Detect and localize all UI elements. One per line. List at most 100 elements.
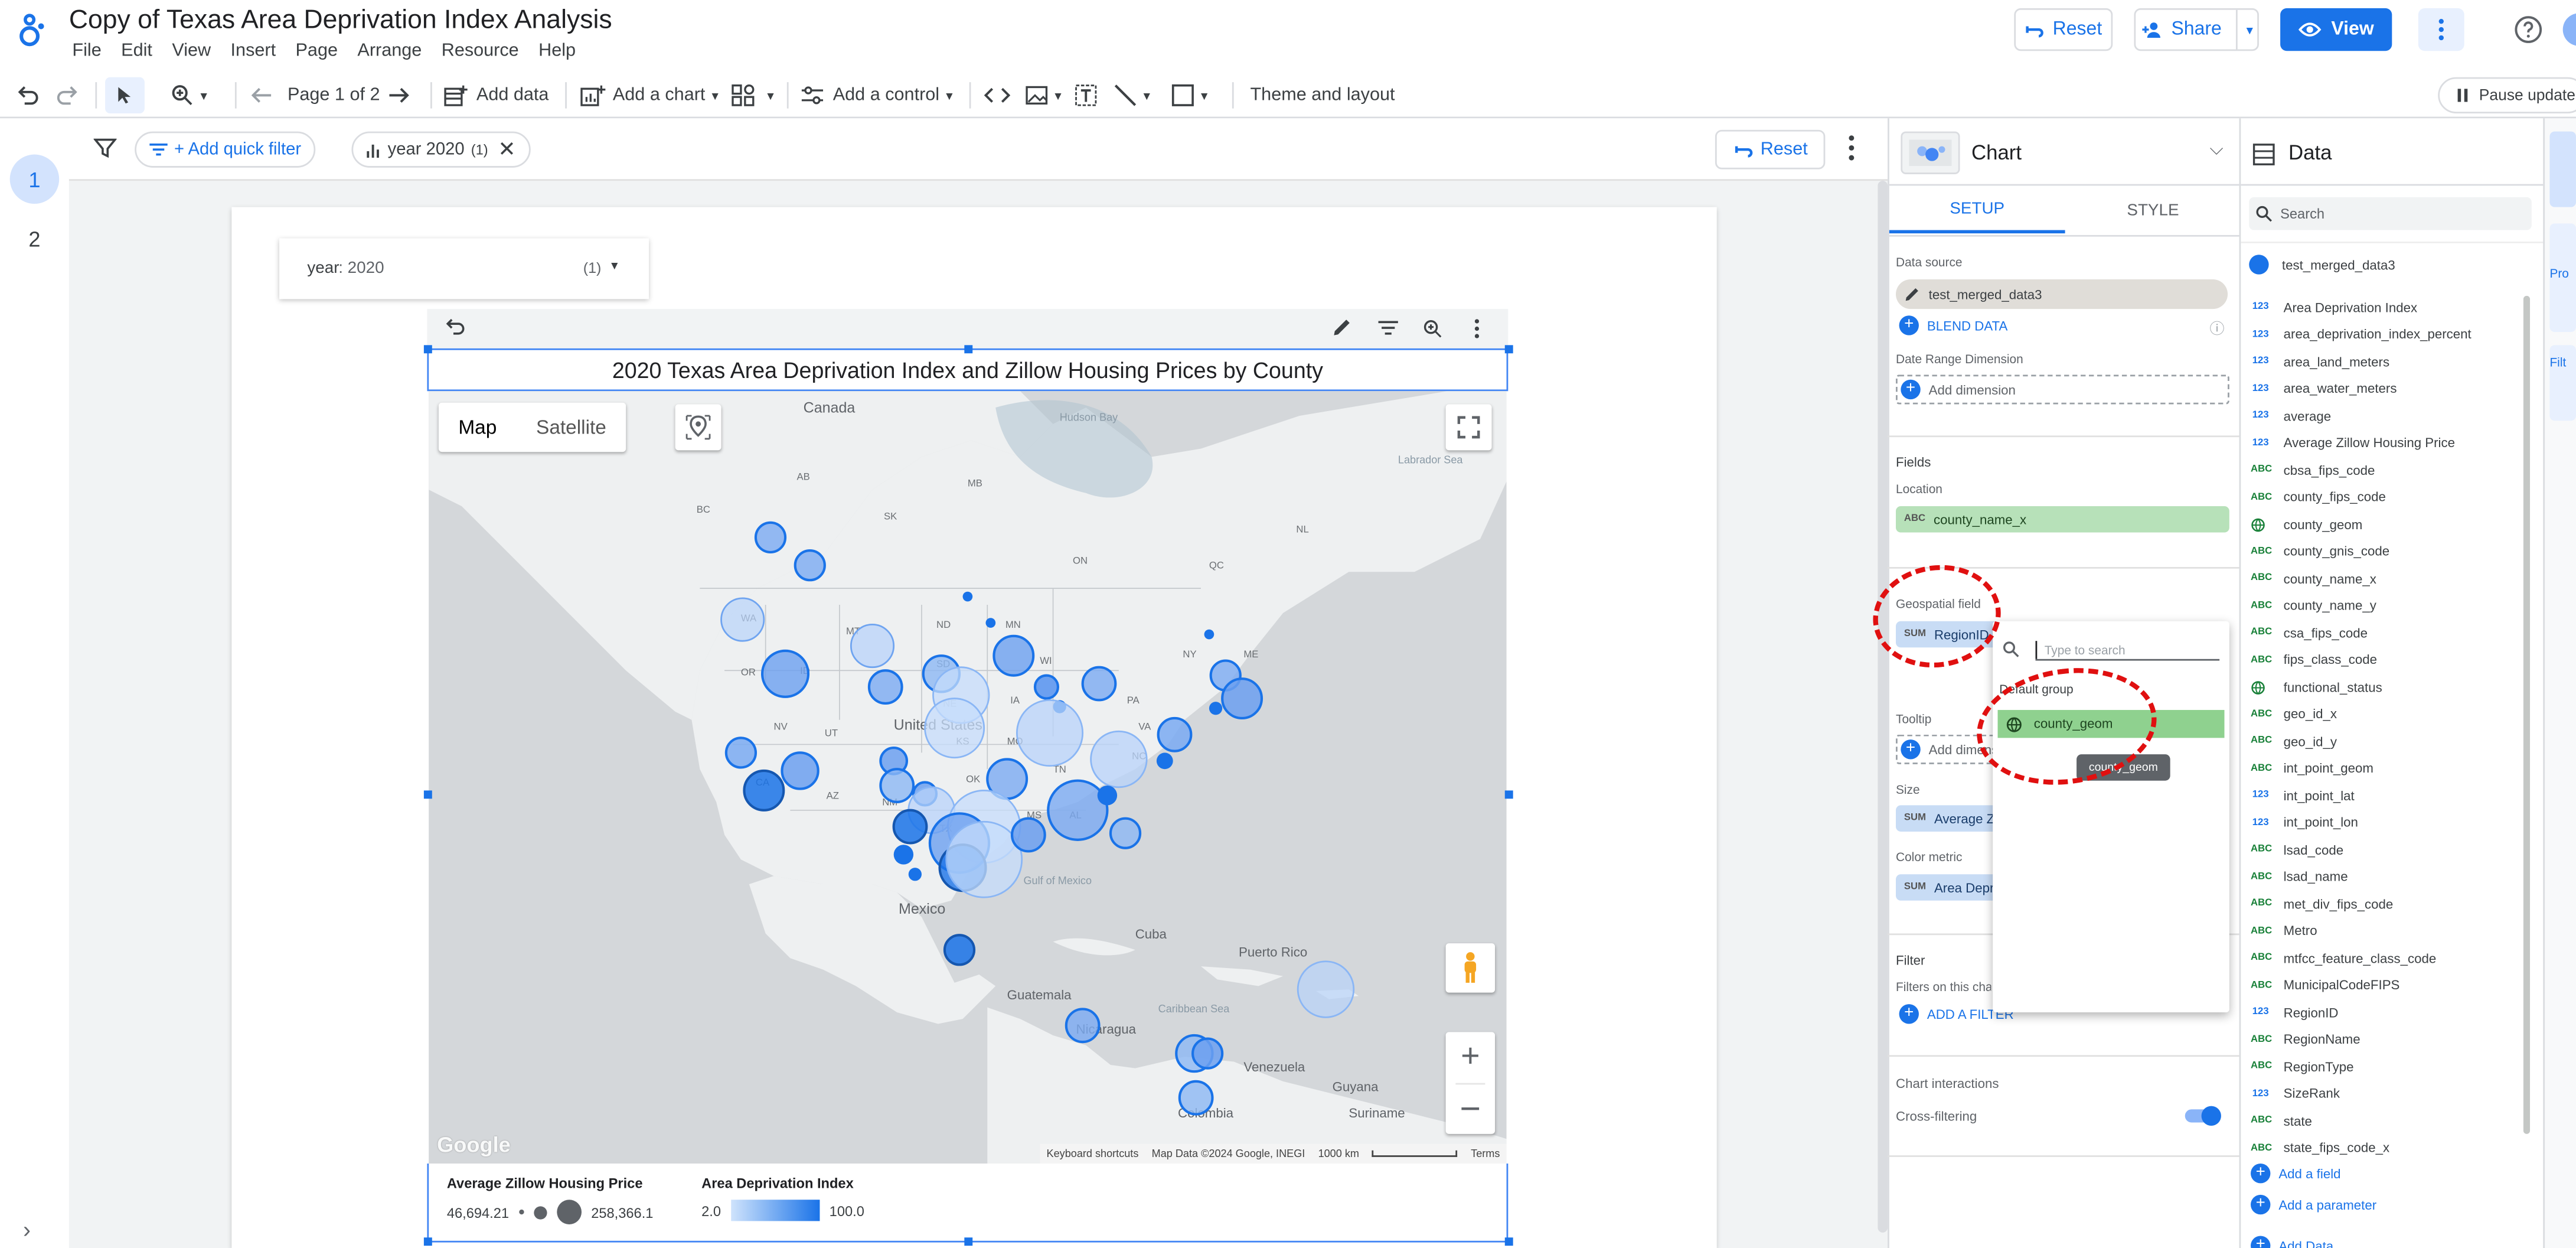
add-parameter-button[interactable]: + Add a parameter bbox=[2251, 1194, 2376, 1215]
resize-handle[interactable] bbox=[423, 790, 432, 799]
image-icon[interactable]: ▾ bbox=[1025, 72, 1062, 118]
color-metric-field-chip[interactable]: SUM Area Deprivation Index bbox=[1896, 874, 1998, 901]
side-tab-filters[interactable]: Filt bbox=[2549, 345, 2576, 421]
embed-code-icon[interactable] bbox=[984, 72, 1011, 118]
tab-style[interactable]: STYLE bbox=[2065, 189, 2241, 233]
reset-filters-button[interactable]: Reset bbox=[1715, 129, 1826, 170]
field-item[interactable]: ABC fips_class_code bbox=[2251, 647, 2377, 673]
field-item[interactable]: ABC met_div_fips_code bbox=[2251, 891, 2393, 917]
map-type-map-button[interactable]: Map bbox=[439, 403, 517, 452]
zoom-in-button[interactable]: + bbox=[1446, 1032, 1495, 1083]
help-icon[interactable] bbox=[2513, 15, 2543, 44]
chevron-down-icon[interactable]: ▾ bbox=[611, 258, 618, 273]
field-list-scrollbar[interactable] bbox=[2523, 295, 2531, 1134]
map-canvas[interactable]: AB SK MB BC ON QC NL WA MT ND MN OR ID S… bbox=[429, 391, 1507, 1164]
menu-help[interactable]: Help bbox=[538, 41, 576, 61]
field-item[interactable]: 123 area_water_meters bbox=[2251, 376, 2397, 402]
line-icon[interactable]: ▾ bbox=[1114, 72, 1150, 118]
field-item[interactable]: ABC RegionType bbox=[2251, 1054, 2353, 1080]
keyboard-shortcuts-link[interactable]: Keyboard shortcuts bbox=[1047, 1148, 1139, 1159]
field-item[interactable]: ABC county_name_x bbox=[2251, 565, 2376, 592]
cross-filtering-toggle[interactable] bbox=[2185, 1106, 2221, 1126]
looker-studio-logo-icon[interactable] bbox=[17, 10, 50, 50]
field-item[interactable]: ABC int_point_geom bbox=[2251, 755, 2373, 782]
filter-list-icon[interactable] bbox=[1378, 321, 1398, 335]
shape-icon[interactable]: ▾ bbox=[1171, 72, 1207, 118]
reset-action-icon[interactable] bbox=[443, 318, 465, 335]
field-item[interactable]: ABC geo_id_x bbox=[2251, 701, 2337, 728]
field-item[interactable]: ABC mtfcc_feature_class_code bbox=[2251, 945, 2436, 972]
redo-icon[interactable] bbox=[56, 72, 79, 118]
resize-handle[interactable] bbox=[423, 1237, 432, 1246]
resize-handle[interactable] bbox=[423, 345, 432, 354]
field-item[interactable]: 123 SizeRank bbox=[2251, 1080, 2340, 1107]
add-date-dimension-button[interactable]: + Add dimension bbox=[1901, 379, 2016, 400]
data-source-chip[interactable]: test_merged_data3 bbox=[1896, 279, 2228, 309]
add-data-button[interactable]: Add data bbox=[443, 72, 548, 118]
field-item[interactable]: ABC county_fips_code bbox=[2251, 484, 2386, 510]
field-item[interactable]: ABC county_name_y bbox=[2251, 592, 2376, 619]
close-icon[interactable]: ✕ bbox=[498, 136, 515, 163]
map-scale[interactable]: 1000 km bbox=[1318, 1148, 1359, 1159]
chevron-down-icon[interactable]: ⌵ bbox=[2209, 140, 2223, 161]
zoom-icon[interactable]: ▾ bbox=[171, 72, 207, 118]
field-item[interactable]: 123 area_land_meters bbox=[2251, 348, 2389, 375]
field-item[interactable]: ABC RegionName bbox=[2251, 1027, 2360, 1053]
undo-icon[interactable] bbox=[17, 72, 40, 118]
field-item[interactable]: county_geom bbox=[2251, 511, 2362, 537]
more-options-icon[interactable] bbox=[2418, 8, 2464, 51]
terms-link[interactable]: Terms bbox=[1471, 1148, 1500, 1159]
field-item[interactable]: ABC csa_fips_code bbox=[2251, 620, 2368, 646]
menu-resource[interactable]: Resource bbox=[442, 41, 519, 61]
menu-page[interactable]: Page bbox=[296, 41, 338, 61]
dropdown-search-input[interactable]: Type to search bbox=[2035, 636, 2220, 661]
edit-pencil-icon[interactable] bbox=[1333, 317, 1352, 337]
page-thumbnail-1[interactable]: 1 bbox=[9, 154, 60, 204]
resize-handle[interactable] bbox=[964, 1237, 973, 1246]
field-item[interactable]: 123 average bbox=[2251, 403, 2331, 429]
add-data-link[interactable]: + Add Data bbox=[2251, 1236, 2333, 1248]
field-item[interactable]: ABC MunicipalCodeFIPS bbox=[2251, 972, 2399, 999]
report-title[interactable]: Copy of Texas Area Deprivation Index Ana… bbox=[69, 6, 612, 36]
side-tab-properties[interactable]: Pro bbox=[2549, 223, 2576, 333]
add-chart-button[interactable]: Add a chart ▾ bbox=[580, 72, 719, 118]
size-field-chip[interactable]: SUM Average Zillow Housing Price bbox=[1896, 805, 1998, 832]
resize-handle[interactable] bbox=[1504, 790, 1513, 799]
resize-handle[interactable] bbox=[964, 345, 973, 354]
menu-file[interactable]: File bbox=[72, 41, 101, 61]
field-item[interactable]: ABC county_gnis_code bbox=[2251, 538, 2389, 565]
field-item[interactable]: ABC geo_id_y bbox=[2251, 728, 2337, 755]
chevron-down-icon[interactable]: ▾ bbox=[2247, 22, 2253, 37]
field-item[interactable]: functional_status bbox=[2251, 674, 2382, 700]
blend-data-button[interactable]: + BLEND DATA bbox=[1899, 315, 2007, 335]
field-item[interactable]: ABC Metro bbox=[2251, 918, 2317, 944]
data-search-input[interactable]: Search bbox=[2249, 197, 2532, 230]
more-vert-icon[interactable] bbox=[1474, 319, 1480, 338]
field-item[interactable]: 123 int_point_lat bbox=[2251, 782, 2355, 809]
theme-and-layout-button[interactable]: Theme and layout bbox=[1250, 72, 1395, 118]
pause-updates-button[interactable]: Pause updates bbox=[2438, 77, 2576, 113]
tab-setup[interactable]: SETUP bbox=[1889, 189, 2065, 234]
fullscreen-icon[interactable] bbox=[1445, 404, 1492, 451]
street-view-pegman-icon[interactable] bbox=[1445, 943, 1496, 993]
field-item[interactable]: ABC cbsa_fips_code bbox=[2251, 457, 2375, 484]
field-item[interactable]: ABC state bbox=[2251, 1107, 2312, 1134]
side-tab-data[interactable] bbox=[2549, 131, 2576, 207]
menu-insert[interactable]: Insert bbox=[231, 41, 276, 61]
field-item[interactable]: 123 RegionID bbox=[2251, 999, 2339, 1026]
chevron-right-icon[interactable]: › bbox=[23, 1216, 31, 1243]
reset-button[interactable]: Reset bbox=[2014, 8, 2113, 51]
chart-type-thumbnail-icon[interactable] bbox=[1901, 131, 1960, 174]
select-pointer-icon[interactable] bbox=[105, 77, 145, 113]
location-pin-icon[interactable] bbox=[675, 404, 721, 451]
menu-edit[interactable]: Edit bbox=[121, 41, 152, 61]
zoom-out-button[interactable]: − bbox=[1446, 1084, 1495, 1133]
canvas-scrollbar[interactable] bbox=[1878, 181, 1888, 1233]
view-button[interactable]: View bbox=[2280, 8, 2392, 51]
help-circle-icon[interactable]: ⓘ bbox=[2209, 317, 2224, 338]
zoom-in-icon[interactable] bbox=[1423, 319, 1442, 338]
resize-handle[interactable] bbox=[1504, 1237, 1513, 1246]
map-type-satellite-button[interactable]: Satellite bbox=[517, 403, 626, 452]
filter-icon[interactable] bbox=[93, 138, 117, 158]
field-item[interactable]: ABC lsad_code bbox=[2251, 836, 2343, 863]
